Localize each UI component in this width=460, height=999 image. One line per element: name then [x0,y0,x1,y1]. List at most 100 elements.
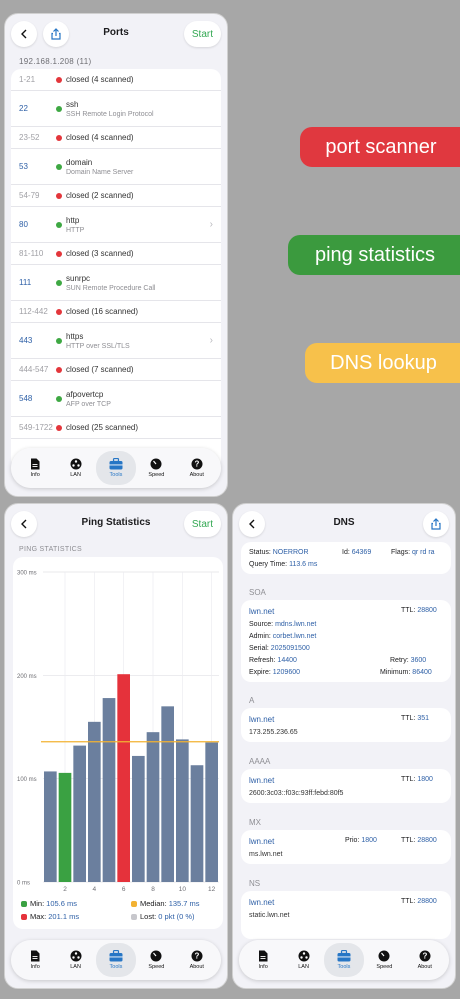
tab-about[interactable]: ? About [177,943,217,977]
tab-tools[interactable]: Tools [323,943,364,977]
mx-prio: Prio: 1800 [345,837,377,844]
ns-card: lwn.net TTL: 28800 static.lwn.net [241,891,451,939]
start-button[interactable]: Start [183,511,221,537]
legend-value: 0 pkt (0 %) [158,912,195,921]
port-row-closed: 549-1722 closed (25 scanned) [11,417,221,439]
admin-value: corbet.lwn.net [272,633,317,640]
x-tick-label: 10 [179,886,187,893]
tab-label: LAN [70,472,81,478]
tab-speed[interactable]: Speed [136,943,176,977]
tab-about[interactable]: ? About [177,451,217,485]
port-row-open[interactable]: 443 https HTTP over SSL/TLS › [11,323,221,359]
question-icon: ? [419,950,431,962]
service-description: Domain Name Server [66,168,134,176]
ttl-value: 28800 [417,898,437,905]
y-tick-label: 300 ms [17,571,37,577]
bar [205,742,218,882]
tab-lan[interactable]: LAN [284,943,324,977]
bar [176,739,189,882]
legend-value: 201.1 ms [48,912,80,921]
tab-label: About [189,472,204,478]
tab-info[interactable]: Info [15,943,55,977]
port-row-closed: 1-21 closed (4 scanned) [11,69,221,91]
tab-info[interactable]: Info [15,451,55,485]
status-field: Status: NOERROR [249,549,309,556]
toolbox-icon [109,458,123,470]
tab-info[interactable]: Info [243,943,283,977]
service-name: http [66,215,80,225]
port-row-open[interactable]: 80 http HTTP › [11,207,221,243]
ttl-value: 1800 [417,776,433,783]
dns-screen: DNS Status: NOERROR Id: 64369 Flags: qr … [232,503,456,989]
port-row-closed: 444-547 closed (7 scanned) [11,359,221,381]
ns-host: lwn.net [249,898,275,907]
port-number: 22 [19,104,28,113]
tab-lan[interactable]: LAN [56,943,96,977]
status-dot-open [56,279,62,286]
status-dot-closed [56,308,62,315]
port-number: 53 [19,162,28,171]
service-description: SUN Remote Procedure Call [66,284,156,292]
legend-label: Lost: [140,912,157,921]
host-header: 192.168.1.208 (11) [19,57,92,66]
share-button[interactable] [423,511,449,537]
mx-ttl: TTL: 28800 [401,837,437,844]
ttl-value: 28800 [417,607,437,614]
status-dot-open [56,221,62,228]
x-tick-label: 12 [208,886,216,893]
bar [88,721,101,882]
mx-value: ms.lwn.net [249,851,283,858]
ns-value: static.lwn.net [249,912,290,919]
ttl-value: 28800 [417,837,437,844]
x-tick-label: 2 [63,886,67,893]
port-status: closed (7 scanned) [66,365,134,374]
aaaa-ttl: TTL: 1800 [401,776,433,783]
port-row-open: 53 domain Domain Name Server [11,149,221,185]
speedometer-icon [150,458,162,470]
port-row-open: 111 sunrpc SUN Remote Procedure Call [11,265,221,301]
ttl-label: TTL: [401,837,416,844]
aaaa-value: 2600:3c03::f03c:93ff:febd:80f5 [249,790,344,797]
start-button[interactable]: Start [183,21,221,47]
chevron-right-icon: › [209,335,213,346]
tab-about[interactable]: ? About [405,943,445,977]
section-header: PING STATISTICS [19,546,82,553]
bar [146,732,160,882]
tab-bar: Info LAN Tools Speed ? About [11,940,221,980]
tab-tools[interactable]: Tools [95,451,136,485]
soa-ttl: TTL: 28800 [401,607,437,614]
status-value: NOERROR [272,549,309,556]
legend-label: Max: [30,912,47,921]
document-icon [31,950,40,962]
tab-speed[interactable]: Speed [136,451,176,485]
ns-ttl: TTL: 28800 [401,898,437,905]
ports-navbar: Ports Start [5,14,227,52]
question-icon: ? [191,458,203,470]
bar [190,765,204,882]
port-row-closed: 112-442 closed (16 scanned) [11,301,221,323]
port-status: closed (3 scanned) [66,249,134,258]
tab-label: Info [258,964,268,970]
status-label: Status: [249,549,271,556]
ttl-value: 351 [417,715,430,722]
tab-lan[interactable]: LAN [56,451,96,485]
mx-card: lwn.net Prio: 1800 TTL: 28800 ms.lwn.net [241,830,451,864]
tab-label: Speed [148,472,165,478]
svg-text:?: ? [422,952,427,961]
x-tick-label: 8 [151,886,155,893]
legend-swatch [21,913,27,920]
port-row-open: 22 ssh SSH Remote Login Protocol [11,91,221,127]
port-service: http HTTP [66,216,84,234]
aaaa-host: lwn.net [249,776,275,785]
service-name: https [66,331,84,341]
bar [73,745,86,882]
flags-field: Flags: qr rd ra [391,549,435,556]
page-title: DNS [333,517,355,528]
tab-label: About [189,964,204,970]
network-icon [70,458,82,470]
tab-tools[interactable]: Tools [95,943,136,977]
port-list: 1-21 closed (4 scanned) 22 ssh SSH Remote Lo… [11,69,221,469]
tab-speed[interactable]: Speed [364,943,404,977]
soa-card: lwn.net TTL: 28800 Source: mdns.lwn.net … [241,600,451,682]
status-dot-open [56,395,62,402]
